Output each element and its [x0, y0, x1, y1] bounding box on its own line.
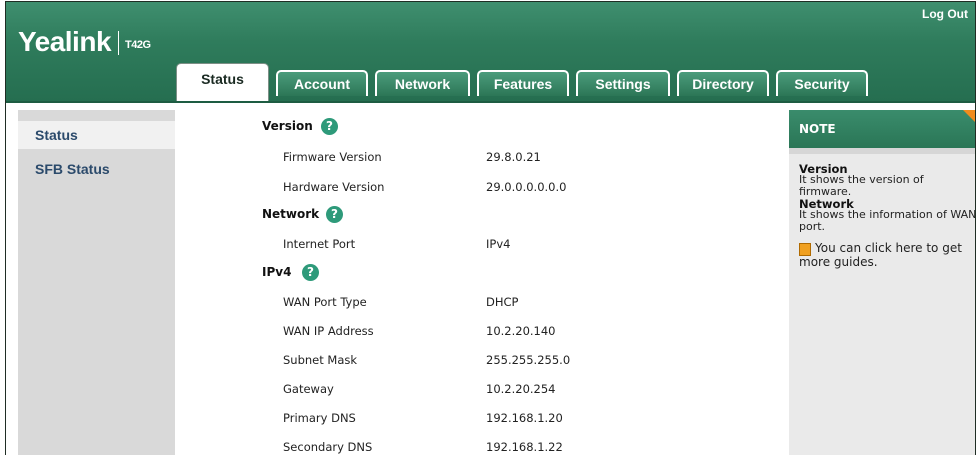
secondary-dns-value: 192.168.1.22: [486, 440, 563, 454]
primary-dns-value: 192.168.1.20: [486, 411, 563, 425]
help-icon[interactable]: ?: [326, 206, 343, 223]
wan-ip-address-label: WAN IP Address: [283, 324, 374, 338]
internet-port-value: IPv4: [486, 237, 511, 251]
web-ui-frame: Yealink T42G Log Out Status Account Netwo…: [5, 1, 976, 455]
wan-ip-address-value: 10.2.20.140: [486, 324, 556, 338]
firmware-version-value: 29.8.0.21: [486, 150, 541, 164]
wan-port-type-label: WAN Port Type: [283, 295, 367, 309]
internet-port-label: Internet Port: [283, 237, 356, 251]
section-title-ipv4: IPv4: [262, 265, 292, 279]
primary-dns-label: Primary DNS: [283, 411, 356, 425]
section-title-version: Version: [262, 119, 313, 133]
help-icon[interactable]: ?: [321, 118, 338, 135]
hardware-version-label: Hardware Version: [283, 180, 385, 194]
note-text-version: It shows the version of firmware.: [799, 173, 924, 198]
help-icon[interactable]: ?: [302, 264, 319, 281]
guide-link[interactable]: You can click here to get more guides.: [799, 241, 975, 269]
subnet-mask-value: 255.255.255.0: [486, 353, 571, 367]
note-title: NOTE: [789, 110, 975, 148]
gateway-label: Gateway: [283, 382, 334, 396]
secondary-dns-label: Secondary DNS: [283, 440, 373, 454]
note-panel: NOTE Version It shows the version of fir…: [789, 110, 976, 455]
firmware-version-label: Firmware Version: [283, 150, 382, 164]
subnet-mask-label: Subnet Mask: [283, 353, 358, 367]
note-text-network: It shows the information of WAN port.: [799, 208, 976, 233]
section-title-network: Network: [262, 207, 320, 221]
hardware-version-value: 29.0.0.0.0.0.0: [486, 180, 567, 194]
wan-port-type-value: DHCP: [486, 295, 519, 309]
note-body: Version It shows the version of firmware…: [789, 148, 976, 455]
note-corner-marker: [963, 110, 975, 129]
gateway-value: 10.2.20.254: [486, 382, 556, 396]
